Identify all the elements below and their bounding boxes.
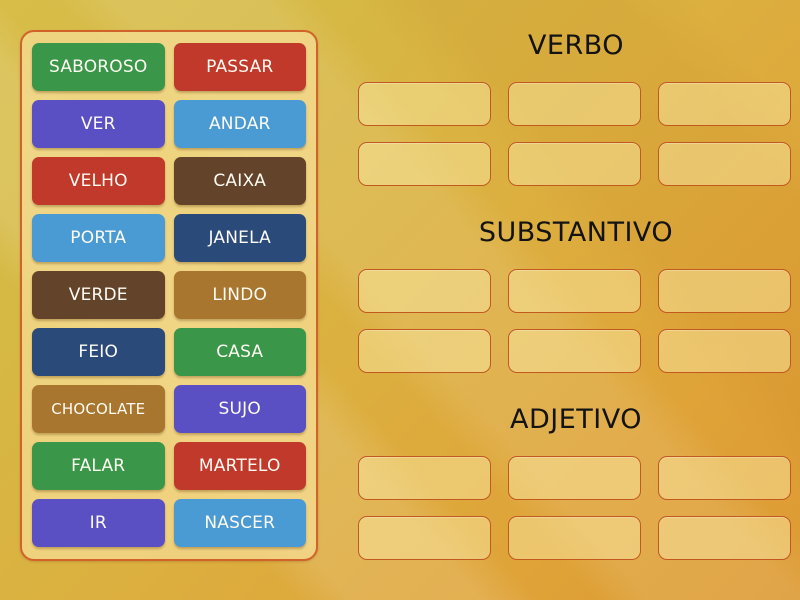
- word-tile[interactable]: PASSAR: [173, 43, 306, 91]
- drop-slot[interactable]: [658, 329, 791, 373]
- drop-slot-grid: [352, 456, 800, 560]
- drop-slot[interactable]: [358, 456, 491, 500]
- drop-slot[interactable]: [358, 82, 491, 126]
- drop-slot[interactable]: [508, 329, 641, 373]
- category-title: ADJETIVO: [510, 404, 642, 435]
- word-tile[interactable]: SUJO: [173, 385, 306, 433]
- word-tile[interactable]: CAIXA: [173, 157, 306, 205]
- category-section: ADJETIVO: [352, 404, 800, 560]
- category-section: SUBSTANTIVO: [352, 217, 800, 373]
- word-tile-row: VERDE LINDO: [32, 271, 306, 319]
- drop-slot[interactable]: [658, 516, 791, 560]
- drop-slot[interactable]: [358, 269, 491, 313]
- word-tile[interactable]: JANELA: [173, 214, 306, 262]
- word-tile[interactable]: FEIO: [32, 328, 165, 376]
- word-tile-row: VELHO CAIXA: [32, 157, 306, 205]
- drop-slot[interactable]: [508, 142, 641, 186]
- drop-slot[interactable]: [508, 82, 641, 126]
- word-tile[interactable]: CHOCOLATE: [32, 385, 165, 433]
- drop-slot-grid: [352, 82, 800, 186]
- drop-slot[interactable]: [658, 142, 791, 186]
- word-tile-row: FALAR MARTELO: [32, 442, 306, 490]
- word-tile[interactable]: ANDAR: [173, 100, 306, 148]
- word-tile[interactable]: FALAR: [32, 442, 165, 490]
- word-tile-row: VER ANDAR: [32, 100, 306, 148]
- word-tile[interactable]: PORTA: [32, 214, 165, 262]
- word-tile-row: IR NASCER: [32, 499, 306, 547]
- category-title: VERBO: [527, 30, 625, 61]
- word-tile[interactable]: VER: [32, 100, 165, 148]
- word-tile-row: SABOROSO PASSAR: [32, 43, 306, 91]
- activity-canvas: SABOROSO PASSAR VER ANDAR VELHO CAIXA PORTA JAN…: [0, 0, 800, 600]
- word-tile[interactable]: SABOROSO: [32, 43, 165, 91]
- word-tile-row: PORTA JANELA: [32, 214, 306, 262]
- drop-slot[interactable]: [658, 456, 791, 500]
- word-tile[interactable]: LINDO: [173, 271, 306, 319]
- drop-slot[interactable]: [658, 82, 791, 126]
- word-tile[interactable]: VELHO: [32, 157, 165, 205]
- drop-slot[interactable]: [508, 456, 641, 500]
- drop-slot[interactable]: [658, 269, 791, 313]
- drop-slot[interactable]: [508, 516, 641, 560]
- category-title: SUBSTANTIVO: [478, 217, 674, 248]
- drop-slot-grid: [352, 269, 800, 373]
- word-tile[interactable]: MARTELO: [173, 442, 306, 490]
- category-section: VERBO: [352, 30, 800, 186]
- word-tile[interactable]: IR: [32, 499, 165, 547]
- word-bank-panel: SABOROSO PASSAR VER ANDAR VELHO CAIXA PORTA JAN…: [20, 30, 318, 561]
- word-tile[interactable]: NASCER: [173, 499, 306, 547]
- drop-slot[interactable]: [358, 516, 491, 560]
- word-tile[interactable]: VERDE: [32, 271, 165, 319]
- word-tile-row: CHOCOLATE SUJO: [32, 385, 306, 433]
- word-tile[interactable]: CASA: [173, 328, 306, 376]
- drop-slot[interactable]: [508, 269, 641, 313]
- category-columns: VERBO SUBSTANTIVO ADJETIVO: [352, 0, 800, 600]
- drop-slot[interactable]: [358, 329, 491, 373]
- drop-slot[interactable]: [358, 142, 491, 186]
- word-tile-row: FEIO CASA: [32, 328, 306, 376]
